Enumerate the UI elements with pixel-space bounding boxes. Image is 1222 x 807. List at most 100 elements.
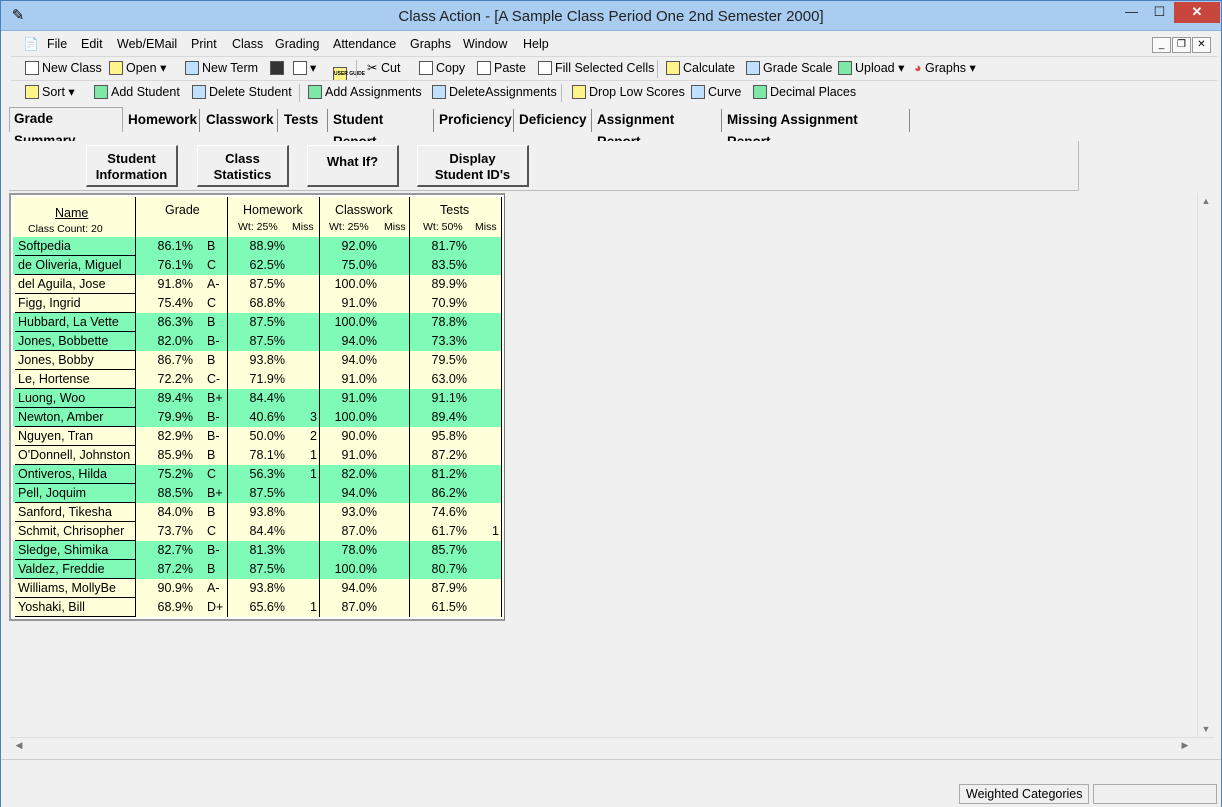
homework-cell[interactable]: 93.8%	[229, 351, 289, 370]
tests-cell[interactable]: 61.5%	[411, 598, 471, 617]
classwork-cell[interactable]: 93.0%	[321, 503, 381, 522]
table-row[interactable]: Nguyen, Tran 82.9% B- 50.0% 2 90.0% 95.8%	[13, 427, 501, 446]
menu-web-email[interactable]: Web/EMail	[117, 37, 177, 51]
homework-cell[interactable]: 87.5%	[229, 332, 289, 351]
classwork-miss-cell[interactable]	[381, 237, 411, 256]
homework-cell[interactable]: 87.5%	[229, 560, 289, 579]
menu-window[interactable]: Window	[463, 37, 507, 51]
homework-miss-cell[interactable]: 3	[289, 408, 321, 427]
grade-column-header[interactable]: Grade	[165, 203, 200, 217]
tests-miss-cell[interactable]	[471, 294, 503, 313]
table-row[interactable]: Luong, Woo 89.4% B+ 84.4% 91.0% 91.1%	[13, 389, 501, 408]
tests-miss-cell[interactable]	[471, 389, 503, 408]
classwork-miss-cell[interactable]	[381, 389, 411, 408]
classwork-cell[interactable]: 78.0%	[321, 541, 381, 560]
grade-percent-cell[interactable]: 82.7%	[137, 541, 197, 560]
tab-missing-assignment-report[interactable]: Missing Assignment Report	[723, 109, 910, 149]
classwork-cell[interactable]: 87.0%	[321, 522, 381, 541]
class-statistics-button[interactable]: Class Statistics	[197, 145, 289, 187]
tests-cell[interactable]: 81.2%	[411, 465, 471, 484]
homework-miss-cell[interactable]	[289, 294, 321, 313]
tests-cell[interactable]: 81.7%	[411, 237, 471, 256]
homework-miss-cell[interactable]	[289, 351, 321, 370]
open-button[interactable]: Open ▾	[109, 61, 166, 79]
homework-cell[interactable]: 40.6%	[229, 408, 289, 427]
tests-miss-cell[interactable]	[471, 408, 503, 427]
homework-cell[interactable]: 87.5%	[229, 313, 289, 332]
homework-miss-cell[interactable]	[289, 237, 321, 256]
user-guide-button[interactable]: USER GUIDE	[333, 61, 365, 81]
display-student-ids-button[interactable]: Display Student ID's	[417, 145, 529, 187]
table-row[interactable]: Yoshaki, Bill 68.9% D+ 65.6% 1 87.0% 61.5%	[13, 598, 501, 617]
letter-grade-cell[interactable]: C	[203, 294, 229, 313]
tests-cell[interactable]: 87.2%	[411, 446, 471, 465]
minimize-button[interactable]: —	[1118, 2, 1145, 23]
homework-cell[interactable]: 88.9%	[229, 237, 289, 256]
homework-cell[interactable]: 68.8%	[229, 294, 289, 313]
student-name-cell[interactable]: Newton, Amber	[15, 408, 135, 427]
grade-percent-cell[interactable]: 82.0%	[137, 332, 197, 351]
classwork-miss-cell[interactable]	[381, 408, 411, 427]
letter-grade-cell[interactable]: B	[203, 237, 229, 256]
table-row[interactable]: de Oliveria, Miguel 76.1% C 62.5% 75.0% 83.5%	[13, 256, 501, 275]
doc-icon[interactable]: 📄	[23, 37, 39, 52]
homework-cell[interactable]: 56.3%	[229, 465, 289, 484]
homework-cell[interactable]: 84.4%	[229, 389, 289, 408]
letter-grade-cell[interactable]: B+	[203, 389, 229, 408]
tests-cell[interactable]: 74.6%	[411, 503, 471, 522]
table-row[interactable]: Sanford, Tikesha 84.0% B 93.8% 93.0% 74.6%	[13, 503, 501, 522]
grade-percent-cell[interactable]: 75.4%	[137, 294, 197, 313]
upload-button[interactable]: Upload ▾	[838, 61, 904, 79]
cut-button[interactable]: ✂ Cut	[367, 61, 400, 79]
student-name-cell[interactable]: Nguyen, Tran	[15, 427, 135, 446]
homework-miss-cell[interactable]: 1	[289, 446, 321, 465]
grade-percent-cell[interactable]: 86.7%	[137, 351, 197, 370]
classwork-miss-cell[interactable]	[381, 465, 411, 484]
letter-grade-cell[interactable]: C-	[203, 370, 229, 389]
classwork-miss-cell[interactable]	[381, 332, 411, 351]
tests-cell[interactable]: 83.5%	[411, 256, 471, 275]
homework-miss-cell[interactable]	[289, 313, 321, 332]
student-name-cell[interactable]: de Oliveria, Miguel	[15, 256, 135, 275]
classwork-cell[interactable]: 91.0%	[321, 294, 381, 313]
table-row[interactable]: Pell, Joquim 88.5% B+ 87.5% 94.0% 86.2%	[13, 484, 501, 503]
homework-miss-cell[interactable]	[289, 275, 321, 294]
classwork-miss-cell[interactable]	[381, 560, 411, 579]
classwork-cell[interactable]: 92.0%	[321, 237, 381, 256]
tests-cell[interactable]: 85.7%	[411, 541, 471, 560]
tests-cell[interactable]: 78.8%	[411, 313, 471, 332]
what-if-button[interactable]: What If?	[307, 145, 399, 187]
title-bar[interactable]: ✎ Class Action - [A Sample Class Period …	[1, 1, 1221, 31]
classwork-cell[interactable]: 91.0%	[321, 389, 381, 408]
chevron-down-icon[interactable]: ▾	[898, 61, 904, 75]
homework-miss-cell[interactable]	[289, 332, 321, 351]
letter-grade-cell[interactable]: B-	[203, 541, 229, 560]
letter-grade-cell[interactable]: B	[203, 351, 229, 370]
grade-percent-cell[interactable]: 85.9%	[137, 446, 197, 465]
student-name-cell[interactable]: Luong, Woo	[15, 389, 135, 408]
homework-cell[interactable]: 87.5%	[229, 484, 289, 503]
homework-miss-cell[interactable]	[289, 370, 321, 389]
classwork-cell[interactable]: 100.0%	[321, 313, 381, 332]
letter-grade-cell[interactable]: B	[203, 503, 229, 522]
classwork-cell[interactable]: 100.0%	[321, 560, 381, 579]
tests-cell[interactable]: 87.9%	[411, 579, 471, 598]
classwork-cell[interactable]: 91.0%	[321, 370, 381, 389]
maximize-button[interactable]: ☐	[1146, 2, 1173, 23]
letter-grade-cell[interactable]: B+	[203, 484, 229, 503]
student-name-cell[interactable]: del Aguila, Jose	[15, 275, 135, 294]
graphs-button[interactable]: ◕ Graphs ▾	[914, 61, 976, 79]
student-name-cell[interactable]: Williams, MollyBe	[15, 579, 135, 598]
letter-grade-cell[interactable]: B	[203, 446, 229, 465]
homework-miss-cell[interactable]	[289, 522, 321, 541]
student-name-cell[interactable]: Figg, Ingrid	[15, 294, 135, 313]
tests-miss-cell[interactable]	[471, 427, 503, 446]
fill-selected-cells-button[interactable]: Fill Selected Cells	[538, 61, 654, 79]
letter-grade-cell[interactable]: D+	[203, 598, 229, 617]
tests-column-header[interactable]: Tests	[440, 203, 469, 217]
print-button[interactable]: ▾	[293, 61, 316, 79]
classwork-miss-cell[interactable]	[381, 598, 411, 617]
grade-percent-cell[interactable]: 88.5%	[137, 484, 197, 503]
classwork-miss-cell[interactable]	[381, 484, 411, 503]
classwork-cell[interactable]: 91.0%	[321, 446, 381, 465]
